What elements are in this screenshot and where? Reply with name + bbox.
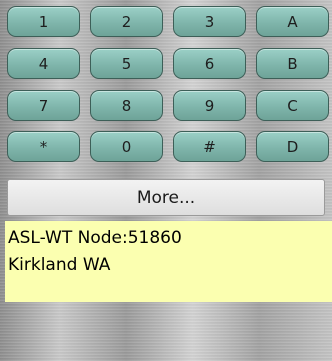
key-6[interactable]: 6 xyxy=(173,48,246,79)
key-2[interactable]: 2 xyxy=(90,6,163,37)
node-info-panel: ASL-WT Node:51860 Kirkland WA xyxy=(5,221,332,302)
key-c[interactable]: C xyxy=(256,90,329,121)
key-star[interactable]: * xyxy=(7,131,80,162)
key-5[interactable]: 5 xyxy=(90,48,163,79)
key-3[interactable]: 3 xyxy=(173,6,246,37)
key-7[interactable]: 7 xyxy=(7,90,80,121)
dial-keypad: 1 2 3 A 4 5 6 B 7 8 9 C * 0 # D xyxy=(0,0,332,170)
node-location-text: Kirkland WA xyxy=(8,255,111,275)
key-b[interactable]: B xyxy=(256,48,329,79)
key-8[interactable]: 8 xyxy=(90,90,163,121)
more-button[interactable]: More... xyxy=(7,179,325,216)
key-d[interactable]: D xyxy=(256,131,329,162)
key-a[interactable]: A xyxy=(256,6,329,37)
key-1[interactable]: 1 xyxy=(7,6,80,37)
key-0[interactable]: 0 xyxy=(90,131,163,162)
key-4[interactable]: 4 xyxy=(7,48,80,79)
key-hash[interactable]: # xyxy=(173,131,246,162)
node-id-text: ASL-WT Node:51860 xyxy=(8,228,182,248)
key-9[interactable]: 9 xyxy=(173,90,246,121)
